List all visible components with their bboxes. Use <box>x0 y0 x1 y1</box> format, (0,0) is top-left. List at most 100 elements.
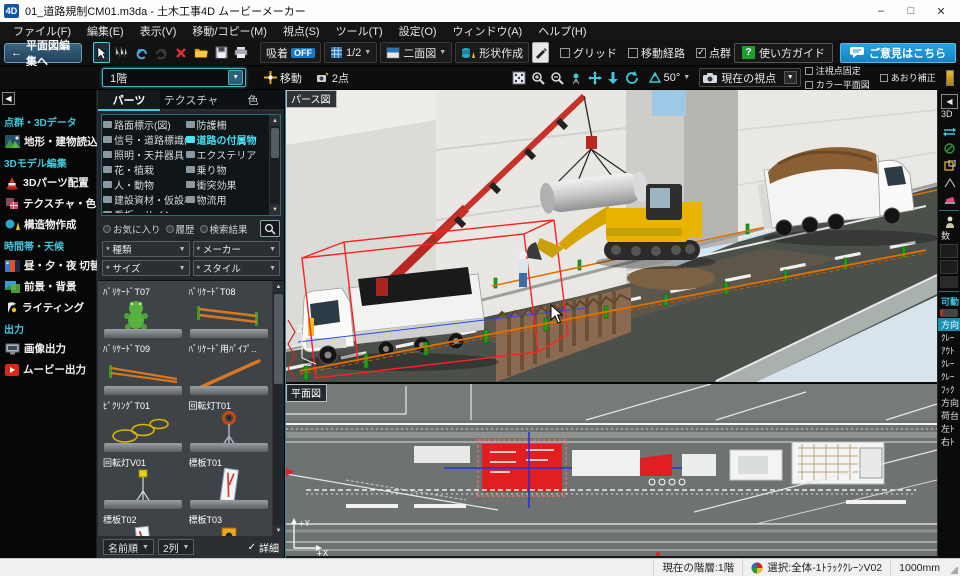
right-panel-item-crane2[interactable]: ｸﾚｰ <box>938 357 960 370</box>
pen-tool-button[interactable] <box>532 42 549 63</box>
category-road-accessories[interactable]: 道路の付属物 <box>186 132 269 147</box>
maximize-button[interactable]: □ <box>896 1 926 21</box>
perspective-view[interactable]: パース図 <box>286 90 937 382</box>
fixate-target-checkbox[interactable]: 注視点固定 <box>805 64 870 77</box>
category-people-animals[interactable]: 人・動物 <box>103 177 186 192</box>
category-signboard[interactable]: 看板・サイン <box>103 207 186 213</box>
move-path-checkbox[interactable]: 移動経路 <box>628 45 685 61</box>
scroll-down-icon[interactable]: ▼ <box>273 525 284 536</box>
sidebar-item-daynight-switch[interactable]: 昼・夕・夜 切替 <box>2 255 96 276</box>
zoom-in-button[interactable] <box>531 68 546 87</box>
right-panel-item-right-door[interactable]: 右ﾄ <box>938 435 960 448</box>
right-panel-item-direction2[interactable]: 方向 <box>938 396 960 409</box>
sidebar-item-terrain-import[interactable]: 地形・建物読込 <box>2 131 96 152</box>
part-item-pickling-t01[interactable]: ﾋﾟｸﾘﾝｸﾞT01 <box>103 399 183 452</box>
eraser-icon[interactable] <box>941 192 958 207</box>
style-select[interactable]: * スタイル▼ <box>193 260 281 276</box>
plan-view[interactable]: 平面図 <box>286 384 937 556</box>
sidebar-item-3d-parts[interactable]: 3Dパーツ配置 <box>2 172 96 193</box>
right-panel-item-bed[interactable]: 荷台 <box>938 409 960 422</box>
part-item-barricade-t08[interactable]: ﾊﾞﾘｹｰﾄﾞT08 <box>189 285 269 338</box>
zoom-out-button[interactable] <box>550 68 565 87</box>
shape-create-button[interactable]: 形状作成 <box>455 42 529 63</box>
scroll-down-icon[interactable]: ▼ <box>270 204 280 215</box>
grid-checkbox[interactable]: グリッド <box>560 45 617 61</box>
open-file-button[interactable] <box>193 42 210 63</box>
history-filter[interactable]: 履歴 <box>166 222 195 236</box>
floor-select[interactable]: 1階 ▼ <box>102 68 246 87</box>
worker[interactable] <box>518 251 528 287</box>
category-exterior[interactable]: エクステリア <box>186 147 269 162</box>
multi-select-tool-button[interactable] <box>113 42 130 63</box>
sidebar-collapse-button[interactable]: ◀ <box>2 92 15 105</box>
delete-button[interactable] <box>173 42 190 63</box>
close-button[interactable]: ✕ <box>926 1 956 21</box>
category-construction-material[interactable]: 建設資材・仮設材 <box>103 192 186 207</box>
minimize-button[interactable]: – <box>866 1 896 21</box>
drop-to-ground-button[interactable] <box>606 68 621 87</box>
part-item-signboard-t03[interactable]: 標板T03 <box>189 513 269 536</box>
menu-view[interactable]: 表示(V) <box>133 22 184 40</box>
point-cloud-checkbox[interactable]: ✓ 点群 <box>696 45 731 61</box>
right-panel-item-direction[interactable]: 方向 <box>938 318 960 331</box>
tilt-correction-checkbox[interactable]: あおり補正 <box>880 71 936 84</box>
menu-tools[interactable]: ツール(T) <box>329 22 390 40</box>
snap-toggle-button[interactable]: 吸着 OFF <box>260 42 321 63</box>
size-select[interactable]: * サイズ▼ <box>102 260 190 276</box>
menu-help[interactable]: ヘルプ(H) <box>531 22 593 40</box>
pan-button[interactable] <box>587 68 602 87</box>
usage-guide-button[interactable]: ? 使い方ガイド <box>734 43 833 63</box>
print-button[interactable] <box>233 42 250 63</box>
category-logistics[interactable]: 物流用 <box>186 192 269 207</box>
tree-scrollbar[interactable]: ▲ ▼ <box>269 115 280 215</box>
search-results-filter[interactable]: 検索結果 <box>200 222 248 236</box>
two-pane-view-button[interactable]: 二面図 ▼ <box>380 42 452 63</box>
tab-texture[interactable]: テクスチャ <box>160 90 222 111</box>
menu-move-copy[interactable]: 移動/コピー(M) <box>185 22 274 40</box>
angle-icon[interactable] <box>941 175 958 190</box>
menu-settings[interactable]: 設定(O) <box>392 22 444 40</box>
category-signal-roadsign[interactable]: 信号・道路標識(3D) <box>103 132 186 147</box>
menu-viewpoint[interactable]: 視点(S) <box>276 22 327 40</box>
right-panel-item-outrigger[interactable]: ｱｳﾄ <box>938 344 960 357</box>
category-guard-fence[interactable]: 防護柵 <box>186 117 269 132</box>
undo-button[interactable] <box>133 42 150 63</box>
sidebar-item-movie-output[interactable]: ムービー出力 <box>2 359 96 380</box>
columns-select[interactable]: 2列▼ <box>158 539 195 555</box>
right-panel-item-left-door[interactable]: 左ﾄ <box>938 422 960 435</box>
right-panel-slider[interactable] <box>940 309 958 317</box>
save-button[interactable] <box>213 42 230 63</box>
part-item-rotating-light-t01[interactable]: 回転灯T01 <box>189 399 269 452</box>
sidebar-item-image-output[interactable]: 画像出力 <box>2 338 96 359</box>
part-item-barricade-t07[interactable]: ﾊﾞﾘｹｰﾄﾞT07 <box>103 285 183 338</box>
search-button[interactable] <box>260 220 280 237</box>
move-mode-button[interactable]: 移動 <box>259 68 307 87</box>
feedback-button[interactable]: ご意見はこちら <box>840 43 956 63</box>
right-panel-collapse-button[interactable]: ◀ <box>941 94 958 109</box>
part-item-signboard-t01[interactable]: 標板T01 <box>189 456 269 509</box>
fit-view-button[interactable] <box>512 68 527 87</box>
rotate-view-button[interactable] <box>625 68 640 87</box>
menu-edit[interactable]: 編集(E) <box>80 22 131 40</box>
person-icon[interactable] <box>941 214 958 229</box>
detail-checkbox[interactable]: ✓ 詳細 <box>248 540 279 555</box>
plan-edit-back-button[interactable]: ← 平面図編集へ <box>4 43 82 63</box>
right-panel-item-crane3[interactable]: ｸﾚｰ <box>938 370 960 383</box>
resize-grip[interactable] <box>948 559 960 576</box>
grid-scale-button[interactable]: 1/2 ▼ <box>324 42 377 63</box>
part-item-barricade-pipe[interactable]: ﾊﾞﾘｹｰﾄﾞ用ﾊﾟｲﾌﾟ.. <box>189 342 269 395</box>
part-item-signboard-t02[interactable]: 標板T02 <box>103 513 183 536</box>
grid-scrollbar[interactable]: ▲ ▼ <box>272 281 284 536</box>
sort-select[interactable]: 名前順▼ <box>103 539 154 555</box>
favorites-filter[interactable]: お気に入り <box>103 222 161 236</box>
maker-select[interactable]: * メーカー▼ <box>193 241 281 257</box>
select-tool-button[interactable] <box>93 42 110 63</box>
type-select[interactable]: * 種類▼ <box>102 241 190 257</box>
category-collision-effect[interactable]: 衝突効果 <box>186 177 269 192</box>
part-item-barricade-t09[interactable]: ﾊﾞﾘｹｰﾄﾞT09 <box>103 342 183 395</box>
category-vehicles[interactable]: 乗り物 <box>186 162 269 177</box>
scroll-up-icon[interactable]: ▲ <box>273 281 284 292</box>
box-edit-icon[interactable] <box>941 158 958 173</box>
disable-icon[interactable] <box>941 141 958 156</box>
right-panel-item-crane1[interactable]: ｸﾚｰ <box>938 331 960 344</box>
